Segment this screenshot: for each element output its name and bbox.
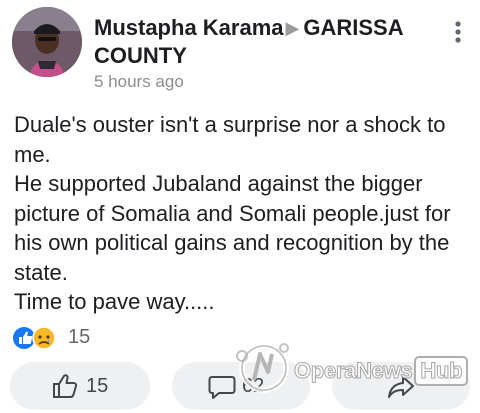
author-line: Mustapha Karama ▶ GARISSA COUNTY [94, 14, 434, 70]
thumbs-up-icon [53, 374, 78, 398]
share-button[interactable] [332, 362, 470, 410]
like-button[interactable]: 15 [10, 362, 150, 410]
post-body: Duale's ouster isn't a surprise nor a sh… [14, 112, 451, 314]
profile-photo [12, 7, 82, 77]
like-icon [13, 327, 35, 349]
post-timestamp[interactable]: 5 hours ago [94, 72, 184, 92]
post-header: Mustapha Karama ▶ GARISSA COUNTY 5 hours a… [0, 0, 480, 100]
comment-count: 62 [242, 375, 265, 397]
reactions-summary[interactable]: 15 [12, 324, 90, 352]
comment-icon [208, 376, 236, 399]
reaction-count: 15 [68, 326, 91, 348]
author-name[interactable]: Mustapha Karama [94, 15, 284, 40]
arrow-right-icon: ▶ [285, 18, 300, 38]
action-bar: 15 62 [0, 362, 480, 413]
like-count: 15 [86, 375, 109, 397]
share-icon [388, 376, 414, 398]
post-card: Mustapha Karama ▶ GARISSA COUNTY 5 hours a… [0, 0, 480, 413]
reaction-icons [13, 326, 56, 350]
more-options-icon[interactable] [448, 20, 468, 44]
comment-button[interactable]: 62 [172, 362, 310, 410]
avatar[interactable] [12, 7, 82, 77]
sad-icon [32, 326, 56, 350]
